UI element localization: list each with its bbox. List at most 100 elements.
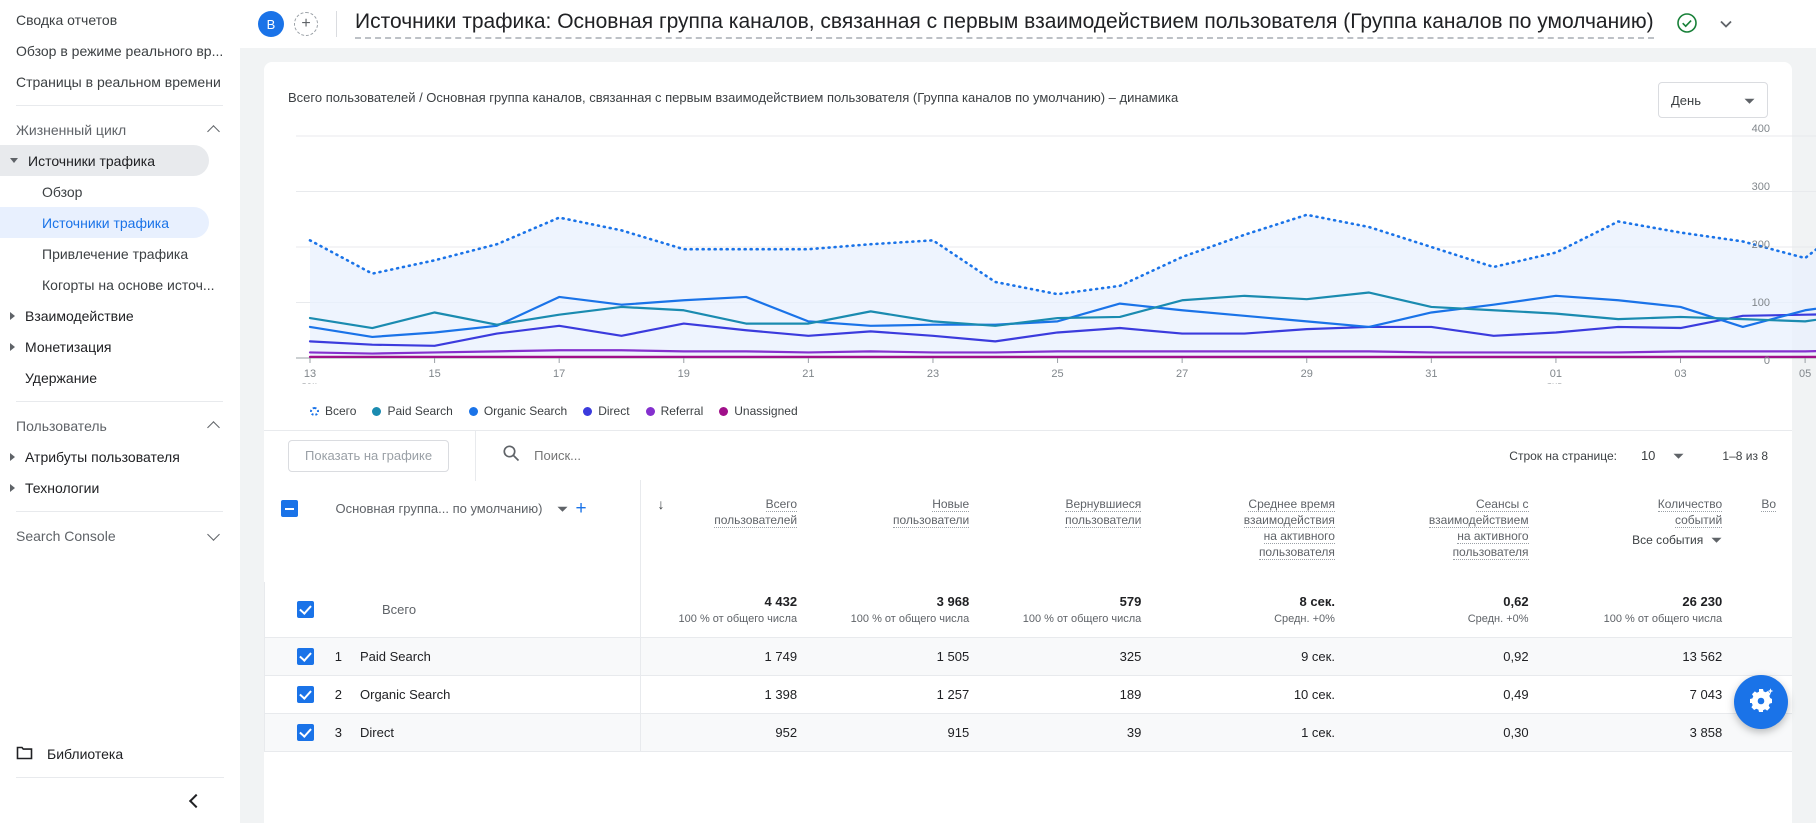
cell-new-users: 915 xyxy=(813,713,986,752)
sidebar-item-label: Технологии xyxy=(25,479,100,496)
header-avg-engagement-time[interactable]: Среднее время взаимодействия на активног… xyxy=(1157,480,1351,582)
row-checkbox[interactable] xyxy=(297,724,314,741)
add-dimension-button[interactable]: + xyxy=(576,499,587,518)
column-label-line: пользователи xyxy=(1065,513,1142,528)
y-tick-100: 100 xyxy=(1751,297,1770,309)
legend-item-organic-search[interactable]: Organic Search xyxy=(468,404,567,418)
row-dimension-cell: 2 Organic Search xyxy=(263,675,641,714)
sidebar-item-traffic-acquisition[interactable]: Привлечение трафика xyxy=(0,238,209,269)
legend-marker xyxy=(310,406,319,416)
table-row[interactable]: 2 Organic Search 1 398 1 257 189 10 сек.… xyxy=(263,675,1792,714)
search-icon xyxy=(502,444,520,467)
x-tick-label: 05 xyxy=(1799,368,1811,380)
cell-clipped xyxy=(1738,637,1792,676)
sidebar-group-lifecycle[interactable]: Жизненный цикл xyxy=(0,114,239,145)
column-label-line: Количество xyxy=(1657,497,1723,512)
row-checkbox[interactable] xyxy=(297,601,314,618)
header-engaged-sessions[interactable]: Сеансы с взаимодействием на активного по… xyxy=(1351,480,1545,582)
legend-item-paid-search[interactable]: Paid Search xyxy=(372,404,453,418)
legend-item-unassigned[interactable]: Unassigned xyxy=(719,404,798,418)
event-selector-value: Все события xyxy=(1632,533,1704,547)
chevron-down-icon[interactable] xyxy=(1673,449,1684,463)
row-label: Direct xyxy=(360,725,394,740)
chevron-down-icon xyxy=(1744,93,1755,108)
chevron-down-icon[interactable] xyxy=(557,501,568,517)
chevron-up-icon xyxy=(207,123,221,137)
legend-item-referral[interactable]: Referral xyxy=(645,404,704,418)
table-toolbar: Показать на графике Строк на странице: 1… xyxy=(264,430,1792,481)
cell-returning-users: 325 xyxy=(985,637,1158,676)
granularity-select[interactable]: День xyxy=(1658,82,1768,118)
sidebar-item-reports-summary[interactable]: Сводка отчетов xyxy=(0,4,239,35)
avatar[interactable]: В xyxy=(258,11,284,37)
total-cell-event-count: 26 230 100 % от общего числа xyxy=(1544,582,1739,638)
sidebar-item-label: Обзор в режиме реального вр... xyxy=(16,42,224,59)
sidebar-group-label: Жизненный цикл xyxy=(16,121,127,138)
select-all-checkbox[interactable] xyxy=(280,500,298,517)
header-returning-users[interactable]: Вернувшиеся пользователи xyxy=(985,480,1157,582)
x-tick-label: 19 xyxy=(678,368,690,380)
trend-chart[interactable]: 13дек.15171921232527293101янв.03050709 4… xyxy=(264,123,1816,400)
sidebar-group-user[interactable]: Пользователь xyxy=(0,410,239,441)
table-row[interactable]: 1 Paid Search 1 749 1 505 325 9 сек. 0,9… xyxy=(263,637,1792,676)
sidebar-item-overview[interactable]: Обзор xyxy=(0,176,209,207)
sidebar-item-engagement[interactable]: Взаимодействие xyxy=(0,300,209,331)
header-clipped-column[interactable]: Во xyxy=(1738,480,1792,582)
row-index: 3 xyxy=(334,725,342,740)
sidebar-item-traffic-sources-report[interactable]: Источники трафика xyxy=(0,207,209,238)
insights-fab-button[interactable] xyxy=(1734,675,1788,729)
chevron-down-icon[interactable] xyxy=(1720,15,1732,33)
total-cell-returning-users: 579 100 % от общего числа xyxy=(985,582,1158,638)
cell-subtext: 100 % от общего числа xyxy=(678,613,798,625)
sidebar-item-technologies[interactable]: Технологии xyxy=(0,472,209,503)
sidebar-item-realtime-pages[interactable]: Страницы в реальном времени xyxy=(0,66,239,97)
row-index: 1 xyxy=(334,649,342,664)
x-tick-label: 23 xyxy=(927,368,939,380)
table-row[interactable]: 3 Direct 952 915 39 1 сек. 0,30 3 858 xyxy=(263,713,1792,752)
cell-total-users: 1 749 xyxy=(640,637,814,676)
header-new-users[interactable]: Новые пользователи xyxy=(813,480,985,582)
sidebar-divider-2 xyxy=(16,401,223,402)
cell-value: 4 432 xyxy=(764,594,798,609)
event-selector[interactable]: Все события xyxy=(1561,532,1723,548)
sidebar-item-traffic-sources[interactable]: Источники трафика xyxy=(0,145,209,176)
header-event-count[interactable]: Количество событий Все события xyxy=(1545,480,1739,582)
legend-item-direct[interactable]: Direct xyxy=(583,404,630,418)
rows-per-page-value[interactable]: 10 xyxy=(1641,448,1655,463)
sidebar-item-user-attributes[interactable]: Атрибуты пользователя xyxy=(0,441,209,472)
chart-legend: Всего Paid Search Organic Search Direct … xyxy=(264,400,1792,418)
column-label-line: взаимодействия xyxy=(1243,513,1335,528)
row-checkbox[interactable] xyxy=(297,686,314,703)
plus-circle-icon[interactable]: + xyxy=(294,12,318,36)
total-cell-new-users: 3 968 100 % от общего числа xyxy=(813,582,986,638)
header-total-users[interactable]: ↓ Всего пользователей xyxy=(640,480,814,582)
sidebar-item-label: Источники трафика xyxy=(28,152,156,169)
row-checkbox[interactable] xyxy=(297,648,314,665)
plot-rows-button[interactable]: Показать на графике xyxy=(288,439,450,472)
search-container xyxy=(475,430,1509,481)
chevron-left-icon[interactable] xyxy=(186,793,202,809)
sidebar-item-monetization[interactable]: Монетизация xyxy=(0,331,209,362)
cell-subtext: Средн. +0% xyxy=(1274,613,1335,625)
legend-marker xyxy=(645,406,655,416)
column-label-line: пользователи xyxy=(893,513,970,528)
cell-value: 8 сек. xyxy=(1299,594,1335,609)
sidebar-item-realtime-overview[interactable]: Обзор в режиме реального вр... xyxy=(0,35,239,66)
sidebar-item-library[interactable]: Библиотека xyxy=(0,737,240,771)
sidebar-item-label: Привлечение трафика xyxy=(42,245,189,262)
sidebar-group-search-console[interactable]: Search Console xyxy=(0,520,239,551)
x-tick-sublabel: дек. xyxy=(301,381,320,384)
row-label: Paid Search xyxy=(360,649,431,664)
cell-value: 579 xyxy=(1119,594,1142,609)
sidebar-item-source-cohorts[interactable]: Когорты на основе источ... xyxy=(0,269,215,300)
sidebar-collapse-row xyxy=(16,777,224,823)
sidebar-item-label: Удержание xyxy=(25,369,98,386)
search-input[interactable] xyxy=(534,448,775,463)
sidebar-item-retention[interactable]: Удержание xyxy=(0,362,209,393)
legend-label: Referral xyxy=(660,404,704,418)
report-card: Всего пользователей / Основная группа ка… xyxy=(263,62,1816,823)
sidebar-item-label: Взаимодействие xyxy=(25,307,134,324)
caret-right-icon xyxy=(10,342,15,351)
legend-label: Paid Search xyxy=(387,404,453,418)
legend-item-total[interactable]: Всего xyxy=(310,404,356,418)
